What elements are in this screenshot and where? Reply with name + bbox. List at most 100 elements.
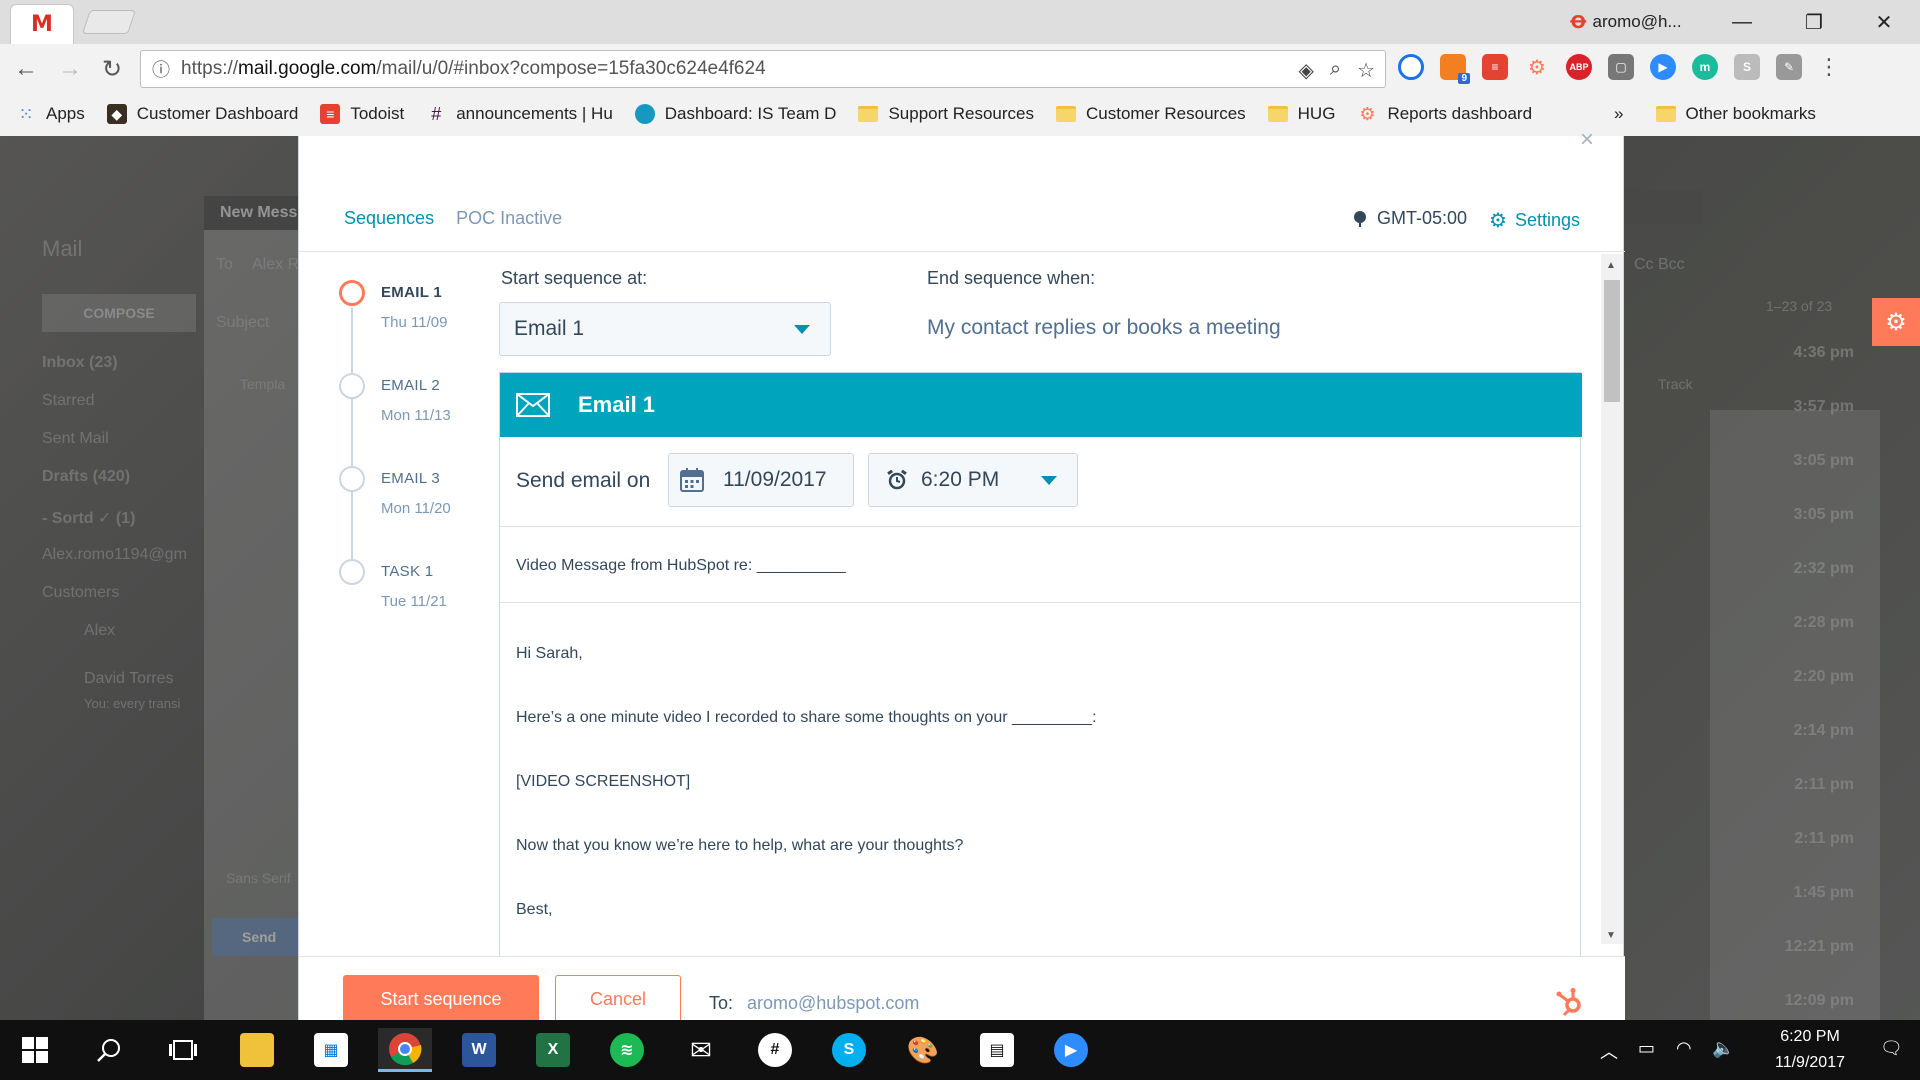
cancel-button[interactable]: Cancel — [555, 975, 681, 1023]
wifi-icon[interactable]: ◠ — [1676, 1038, 1692, 1059]
new-tab-button[interactable] — [82, 10, 136, 34]
excel-icon[interactable]: X — [526, 1028, 580, 1072]
paint-icon[interactable]: 🎨 — [896, 1028, 950, 1072]
start-sequence-select[interactable]: Email 1 — [499, 302, 831, 356]
zoom-icon[interactable]: ⌕ — [1330, 58, 1341, 83]
step-date: Tue 11/21 — [381, 593, 447, 610]
taskbar-date[interactable]: 11/9/2017 — [1756, 1054, 1864, 1072]
globe-icon — [1354, 210, 1366, 227]
slack-taskbar-icon[interactable]: # — [748, 1028, 802, 1072]
bookmark-star-icon[interactable]: ☆ — [1357, 58, 1375, 83]
start-sequence-label: Start sequence at: — [501, 268, 648, 288]
site-info-icon[interactable]: ⓘ — [141, 56, 181, 82]
scroll-up-arrow-icon[interactable]: ▲ — [1606, 260, 1616, 271]
minimize-icon[interactable]: — — [1722, 6, 1762, 38]
bookmark-hug[interactable]: HUG — [1267, 104, 1335, 124]
forward-arrow-icon[interactable]: → — [54, 53, 86, 85]
skype-icon[interactable]: S — [822, 1028, 876, 1072]
start-button[interactable] — [8, 1028, 62, 1072]
modal-close-icon[interactable]: × — [1580, 126, 1594, 154]
settings-link[interactable]: ⚙ Settings — [1489, 208, 1580, 233]
step-name: EMAIL 1 — [381, 284, 443, 301]
bookmark-customer-dashboard[interactable]: ◆ Customer Dashboard — [106, 104, 298, 124]
extension-shield-icon[interactable]: ▢ — [1608, 54, 1634, 80]
timeline-line — [351, 308, 353, 568]
extension-todoist-icon[interactable]: ≡ — [1482, 54, 1508, 80]
calculator-icon[interactable]: ▤ — [970, 1028, 1024, 1072]
step-date: Mon 11/20 — [381, 500, 451, 517]
tab-poc-inactive[interactable]: POC Inactive — [456, 208, 562, 229]
tab-strip: M Ꝋ aromo@h... — ❐ ✕ — [0, 0, 1920, 44]
zoom-extension-icon[interactable]: ▶ — [1650, 54, 1676, 80]
email-body-line: Hi Sarah, — [516, 645, 583, 662]
notifications-icon[interactable]: 🗨 — [1880, 1038, 1903, 1059]
calendar-icon — [680, 468, 704, 492]
close-window-icon[interactable]: ✕ — [1864, 6, 1904, 38]
file-explorer-icon[interactable] — [230, 1028, 284, 1072]
task-view-icon[interactable] — [156, 1028, 210, 1072]
start-sequence-button[interactable]: Start sequence — [343, 975, 539, 1023]
bookmark-customer-resources[interactable]: Customer Resources — [1055, 104, 1246, 124]
bookmark-support-resources[interactable]: Support Resources — [858, 104, 1034, 124]
reload-icon[interactable]: ↻ — [96, 53, 128, 85]
extension-s-icon[interactable]: S — [1734, 54, 1760, 80]
bookmark-announcements[interactable]: # announcements | Hu — [426, 104, 613, 124]
chrome-logo-icon — [389, 1032, 422, 1065]
mixmax-icon[interactable]: m — [1692, 54, 1718, 80]
bookmark-todoist[interactable]: ≡ Todoist — [320, 104, 404, 124]
restore-icon[interactable]: ❐ — [1794, 6, 1834, 38]
hubspot-sprocket-icon — [1556, 988, 1581, 1017]
email-body-line: Best, — [516, 901, 553, 918]
extensions: 9 ≡ ⚙ ABP ▢ ▶ m S ✎ ⋮ — [1398, 54, 1840, 84]
cast-icon[interactable]: ◈ — [1298, 58, 1313, 83]
email-subject-row[interactable]: Video Message from HubSpot re: _________… — [500, 527, 1582, 603]
bookmark-dashboard-is-team[interactable]: Dashboard: IS Team D — [634, 104, 836, 124]
extension-hubspot-icon[interactable]: 9 — [1440, 54, 1470, 84]
bookmarks-overflow[interactable]: » — [1614, 104, 1623, 124]
send-time-select[interactable]: 6:20 PM — [868, 453, 1078, 507]
scroll-down-arrow-icon[interactable]: ▼ — [1606, 930, 1616, 941]
email-step-card: Email 1 Send email on 11/09/2017 6:20 PM… — [499, 372, 1582, 992]
extension-circle-icon[interactable] — [1398, 54, 1424, 80]
spotify-icon[interactable]: ≋ — [600, 1028, 654, 1072]
battery-icon[interactable]: ▭ — [1638, 1038, 1655, 1059]
bookmark-reports-dashboard[interactable]: ⚙ Reports dashboard — [1357, 104, 1532, 124]
modal-scrollbar-thumb[interactable] — [1604, 280, 1620, 402]
email-body-line: Here’s a one minute video I recorded to … — [516, 709, 1097, 726]
adblock-icon[interactable]: ABP — [1566, 54, 1592, 80]
profile-name: aromo@h... — [1592, 12, 1682, 31]
bookmark-other[interactable]: Other bookmarks — [1655, 104, 1816, 124]
hubspot-sidebar-tab[interactable]: ⚙ — [1872, 298, 1920, 346]
extension-puzzle-icon[interactable]: ✎ — [1776, 54, 1802, 80]
modal-header: Sequences POC Inactive GMT-05:00 ⚙ Setti… — [299, 136, 1625, 252]
envelope-icon — [516, 393, 550, 417]
folder-icon — [1055, 106, 1076, 122]
gmail-icon: M — [31, 12, 53, 37]
address-bar[interactable]: ⓘ https://mail.google.com/mail/u/0/#inbo… — [140, 50, 1386, 88]
step-dot — [339, 280, 365, 306]
taskbar-time[interactable]: 6:20 PM — [1756, 1028, 1864, 1046]
send-date-input[interactable]: 11/09/2017 — [668, 453, 854, 507]
step-dot — [339, 559, 365, 585]
word-icon[interactable]: W — [452, 1028, 506, 1072]
chevron-down-icon — [794, 325, 810, 334]
chrome-taskbar-icon[interactable] — [378, 1028, 432, 1072]
sequence-modal: Sequences POC Inactive GMT-05:00 ⚙ Setti… — [298, 136, 1625, 1023]
tray-chevron-up-icon[interactable]: ︿ — [1600, 1038, 1618, 1064]
mail-app-icon[interactable]: ✉ — [674, 1028, 728, 1072]
zoom-taskbar-icon[interactable]: ▶ — [1044, 1028, 1098, 1072]
volume-icon[interactable]: 🔈 — [1712, 1038, 1734, 1059]
chrome-menu-icon[interactable]: ⋮ — [1818, 54, 1840, 80]
search-icon[interactable] — [82, 1028, 136, 1072]
extension-sprocket-icon[interactable]: ⚙ — [1524, 54, 1550, 80]
chevron-down-icon — [1041, 476, 1057, 485]
windows-logo-icon — [22, 1037, 48, 1063]
gear-icon: ⚙ — [1489, 210, 1507, 232]
profile-chip[interactable]: Ꝋ aromo@h... — [1570, 8, 1682, 36]
store-icon[interactable]: ▦ — [304, 1028, 358, 1072]
back-arrow-icon[interactable]: ← — [10, 53, 42, 85]
bookmark-apps[interactable]: ⁙ Apps — [16, 104, 84, 124]
tab-gmail[interactable]: M — [10, 4, 74, 44]
tab-sequences[interactable]: Sequences — [344, 208, 434, 229]
browser-chrome: M Ꝋ aromo@h... — ❐ ✕ ← → ↻ ⓘ https://mai… — [0, 0, 1920, 136]
